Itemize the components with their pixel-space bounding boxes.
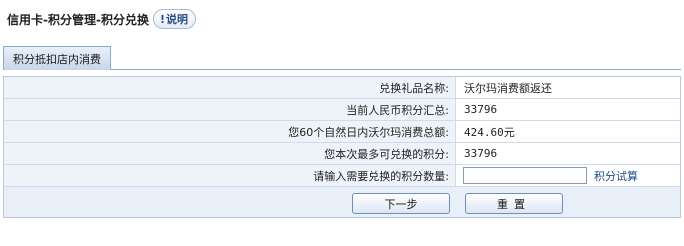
info-icon: ! (159, 12, 165, 26)
form-row-walmart-spend: 您60个自然日内沃尔玛消费总额: 424.60元 (4, 121, 680, 143)
gift-name-value: 沃尔玛消费额返还 (456, 77, 680, 98)
tab-bar: 积分抵扣店内消费 (3, 46, 681, 70)
page-header: 信用卡-积分管理-积分兑换 ! 说明 (7, 8, 196, 30)
form-row-max-points: 您本次最多可兑换的积分: 33796 (4, 143, 680, 165)
help-button[interactable]: ! 说明 (152, 9, 196, 29)
max-points-label: 您本次最多可兑换的积分: (4, 143, 456, 164)
points-input-label: 请输入需要兑换的积分数量: (4, 165, 456, 186)
points-input-cell: 积分试算 (456, 165, 680, 186)
help-label: 说明 (166, 13, 188, 26)
max-points-value: 33796 (456, 143, 680, 164)
points-quantity-input[interactable] (463, 167, 587, 184)
exchange-form: 兑换礼品名称: 沃尔玛消费额返还 当前人民币积分汇总: 33796 您60个自然… (3, 76, 681, 218)
page-title: 信用卡-积分管理-积分兑换 (7, 12, 149, 27)
walmart-spend-label: 您60个自然日内沃尔玛消费总额: (4, 121, 456, 142)
points-total-value: 33796 (456, 99, 680, 120)
points-trial-calc-link[interactable]: 积分试算 (594, 168, 638, 184)
walmart-spend-value: 424.60元 (456, 121, 680, 142)
points-total-label: 当前人民币积分汇总: (4, 99, 456, 120)
form-row-points-input: 请输入需要兑换的积分数量: 积分试算 (4, 165, 680, 187)
tab-points-deduct-in-store[interactable]: 积分抵扣店内消费 (3, 46, 111, 70)
next-step-button[interactable]: 下一步 (352, 193, 450, 214)
form-row-points-total: 当前人民币积分汇总: 33796 (4, 99, 680, 121)
reset-button[interactable]: 重置 (465, 193, 563, 214)
gift-name-label: 兑换礼品名称: (4, 77, 456, 98)
button-row: 下一步 重置 (4, 187, 680, 218)
form-row-gift-name: 兑换礼品名称: 沃尔玛消费额返还 (4, 77, 680, 99)
